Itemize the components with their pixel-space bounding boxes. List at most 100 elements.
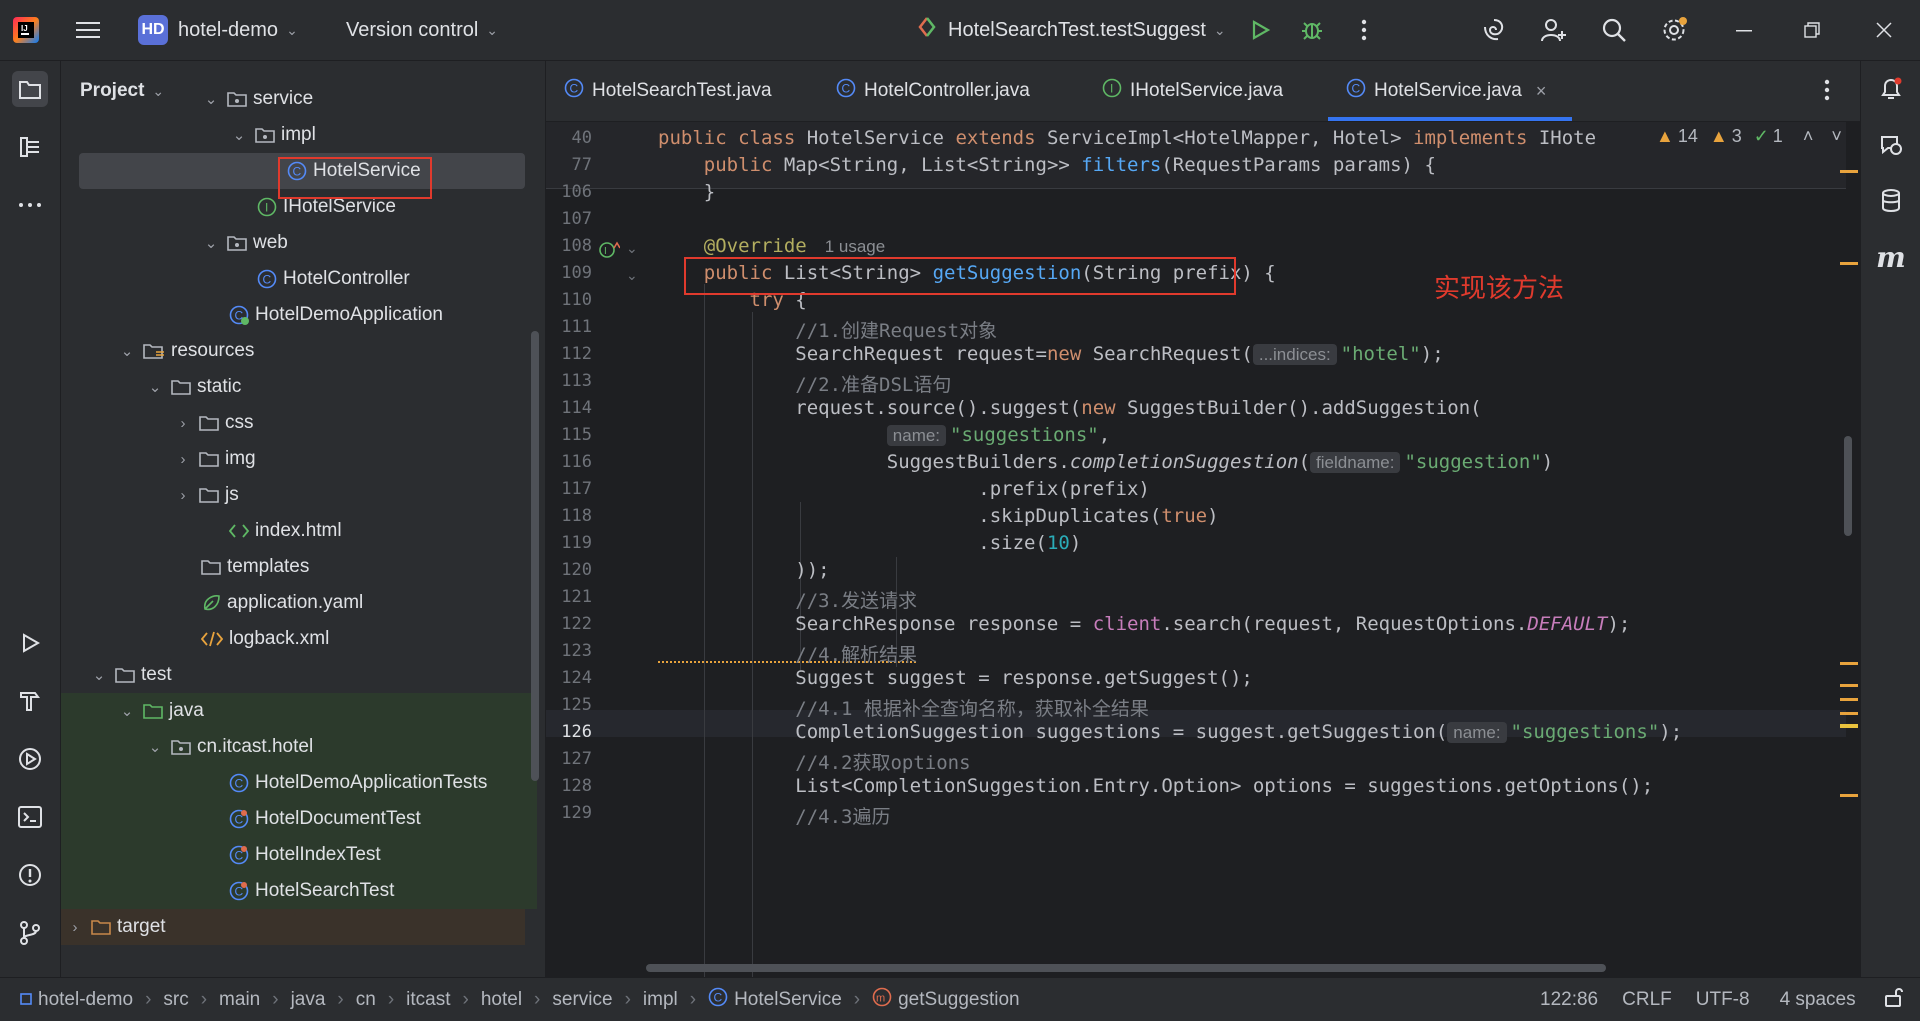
breadcrumb-item[interactable]: getSuggestion bbox=[898, 989, 1020, 1011]
run-icon[interactable] bbox=[1242, 12, 1278, 48]
tree-row-target[interactable]: › target bbox=[61, 909, 525, 945]
tab-hotelsearchtest[interactable]: C HotelSearchTest.java bbox=[564, 61, 772, 121]
tree-row-application-yaml[interactable]: application.yaml bbox=[61, 585, 545, 621]
next-highlight-icon[interactable]: ˅ bbox=[1831, 126, 1842, 147]
tree-row-hotelcontroller[interactable]: C HotelController bbox=[61, 261, 545, 297]
breadcrumb-item[interactable]: itcast bbox=[406, 989, 450, 1011]
tab-ihotelservice[interactable]: I IHotelService.java bbox=[1102, 61, 1283, 121]
code-line-117[interactable]: .prefix(prefix) bbox=[658, 478, 1150, 500]
error-stripe-mark[interactable] bbox=[1840, 684, 1858, 687]
tree-row-css[interactable]: › css bbox=[61, 405, 545, 441]
tree-row-hoteldemoapplication[interactable]: C HotelDemoApplication bbox=[61, 297, 545, 333]
code-line-108[interactable]: @Override 1 usage bbox=[658, 235, 885, 257]
sticky-line-filters[interactable]: public Map<String, List<String>> filters… bbox=[658, 154, 1436, 176]
fold-chevron-icon[interactable]: ⌄ bbox=[626, 240, 638, 257]
error-stripe-mark[interactable] bbox=[1840, 712, 1858, 715]
code-line-118[interactable]: .skipDuplicates(true) bbox=[658, 505, 1218, 527]
tree-row-js[interactable]: › js bbox=[61, 477, 545, 513]
close-tab-icon[interactable]: × bbox=[1536, 81, 1547, 102]
editor-vertical-scrollbar[interactable] bbox=[1844, 436, 1852, 536]
tree-row-static[interactable]: ⌄ static bbox=[61, 369, 545, 405]
code-line-120[interactable]: )); bbox=[658, 559, 829, 581]
tree-row-hoteldocumenttest[interactable]: C HotelDocumentTest bbox=[61, 801, 537, 837]
editor-horizontal-scrollbar[interactable] bbox=[646, 964, 1606, 972]
usage-hint[interactable]: 1 usage bbox=[825, 237, 886, 256]
tree-row-cn-itcast-hotel[interactable]: ⌄ cn.itcast.hotel bbox=[61, 729, 537, 765]
code-line-106[interactable]: } bbox=[658, 181, 715, 203]
code-editor[interactable]: 40 77 106 107 108 109 110 111 112 113 11… bbox=[546, 122, 1860, 977]
tab-options-icon[interactable] bbox=[1824, 79, 1830, 107]
ai-assistant-icon[interactable] bbox=[1476, 12, 1512, 48]
code-line-121[interactable]: //3.发送请求 bbox=[658, 586, 917, 613]
run-tool-icon[interactable] bbox=[12, 625, 48, 661]
add-user-icon[interactable] bbox=[1536, 12, 1572, 48]
code-line-124[interactable]: Suggest suggest = response.getSuggest(); bbox=[658, 667, 1253, 689]
debug-icon[interactable] bbox=[1294, 12, 1330, 48]
file-encoding[interactable]: UTF-8 bbox=[1696, 989, 1750, 1011]
more-tools-icon[interactable] bbox=[12, 187, 48, 223]
code-line-112[interactable]: SearchRequest request=new SearchRequest(… bbox=[658, 343, 1444, 365]
breadcrumb-item[interactable]: hotel-demo bbox=[38, 989, 133, 1011]
previous-highlight-icon[interactable]: ˄ bbox=[1803, 126, 1814, 147]
breadcrumb-item[interactable]: src bbox=[163, 989, 188, 1011]
main-menu-icon[interactable] bbox=[70, 12, 106, 48]
tree-row-hotelindextest[interactable]: C HotelIndexTest bbox=[61, 837, 537, 873]
tree-row-hoteldemoapplicationtests[interactable]: C HotelDemoApplicationTests bbox=[61, 765, 537, 801]
breadcrumb-item[interactable]: hotel bbox=[481, 989, 522, 1011]
caret-position[interactable]: 122:86 bbox=[1540, 989, 1598, 1011]
tree-row-logback-xml[interactable]: logback.xml bbox=[61, 621, 545, 657]
tree-row-resources[interactable]: ⌄ resources bbox=[61, 333, 545, 369]
git-icon[interactable] bbox=[12, 915, 48, 951]
breadcrumb-item[interactable]: main bbox=[219, 989, 260, 1011]
version-control-menu[interactable]: Version control ⌄ bbox=[346, 0, 498, 60]
breadcrumb-item[interactable]: service bbox=[552, 989, 612, 1011]
build-hammer-icon[interactable] bbox=[12, 683, 48, 719]
project-scrollbar[interactable] bbox=[531, 331, 539, 781]
tree-row-templates[interactable]: templates bbox=[61, 549, 545, 585]
settings-gear-icon[interactable] bbox=[1656, 12, 1692, 48]
tab-hotelservice-active[interactable]: C HotelService.java × bbox=[1346, 61, 1546, 121]
breadcrumb-item[interactable]: impl bbox=[643, 989, 678, 1011]
more-actions-icon[interactable] bbox=[1346, 12, 1382, 48]
error-stripe-mark[interactable] bbox=[1840, 662, 1858, 665]
tree-row-hotelsearchtest[interactable]: C HotelSearchTest bbox=[61, 873, 537, 909]
sticky-line-class-declaration[interactable]: public class HotelService extends Servic… bbox=[658, 127, 1596, 149]
tree-row-java-test[interactable]: ⌄ java bbox=[61, 693, 537, 729]
unlock-icon[interactable] bbox=[1884, 986, 1904, 1014]
code-line-111[interactable]: //1.创建Request对象 bbox=[658, 316, 997, 343]
minimize-window-icon[interactable] bbox=[1726, 12, 1762, 48]
project-folder-icon[interactable] bbox=[12, 71, 48, 107]
services-icon[interactable] bbox=[12, 741, 48, 777]
tree-row-impl[interactable]: ⌄ impl bbox=[61, 117, 545, 153]
code-line-127[interactable]: //4.2获取options bbox=[658, 748, 970, 775]
database-icon[interactable] bbox=[1873, 183, 1909, 219]
maven-icon[interactable]: m bbox=[1873, 239, 1909, 275]
tree-row-index-html[interactable]: index.html bbox=[61, 513, 545, 549]
tab-hotelcontroller[interactable]: C HotelController.java bbox=[836, 61, 1030, 121]
error-stripe-mark[interactable] bbox=[1840, 794, 1858, 797]
problems-icon[interactable] bbox=[12, 857, 48, 893]
tree-row-service[interactable]: ⌄ service bbox=[61, 81, 545, 117]
search-icon[interactable] bbox=[1596, 12, 1632, 48]
tree-row-test[interactable]: ⌄ test bbox=[61, 657, 545, 693]
restore-window-icon[interactable] bbox=[1794, 12, 1830, 48]
inspection-widget[interactable]: ▲ 14 ▲ 3 ✓ 1 ˄ ˅ bbox=[1650, 126, 1842, 147]
breadcrumb-item[interactable]: HotelService bbox=[734, 989, 842, 1011]
breadcrumb-item[interactable]: cn bbox=[356, 989, 376, 1011]
structure-icon[interactable] bbox=[12, 129, 48, 165]
ai-chat-icon[interactable] bbox=[1873, 127, 1909, 163]
indent-setting[interactable]: 4 spaces bbox=[1780, 989, 1856, 1011]
error-stripe-mark[interactable] bbox=[1840, 724, 1858, 728]
code-line-113[interactable]: //2.准备DSL语句 bbox=[658, 370, 951, 397]
code-line-123[interactable]: //4.解析结果 bbox=[658, 640, 917, 667]
terminal-icon[interactable] bbox=[12, 799, 48, 835]
implements-method-icon[interactable]: I bbox=[598, 239, 621, 267]
code-line-114[interactable]: request.source().suggest(new SuggestBuil… bbox=[658, 397, 1481, 419]
code-line-126[interactable]: CompletionSuggestion suggestions = sugge… bbox=[658, 721, 1682, 743]
code-line-119[interactable]: .size(10) bbox=[658, 532, 1081, 554]
code-line-115[interactable]: name: "suggestions", bbox=[658, 424, 1110, 446]
tree-row-web[interactable]: ⌄ web bbox=[61, 225, 545, 261]
run-config-selector[interactable]: HotelSearchTest.testSuggest ⌄ bbox=[916, 0, 1226, 60]
intellij-logo-icon[interactable]: IJ bbox=[8, 12, 44, 48]
error-stripe-mark[interactable] bbox=[1840, 262, 1858, 265]
